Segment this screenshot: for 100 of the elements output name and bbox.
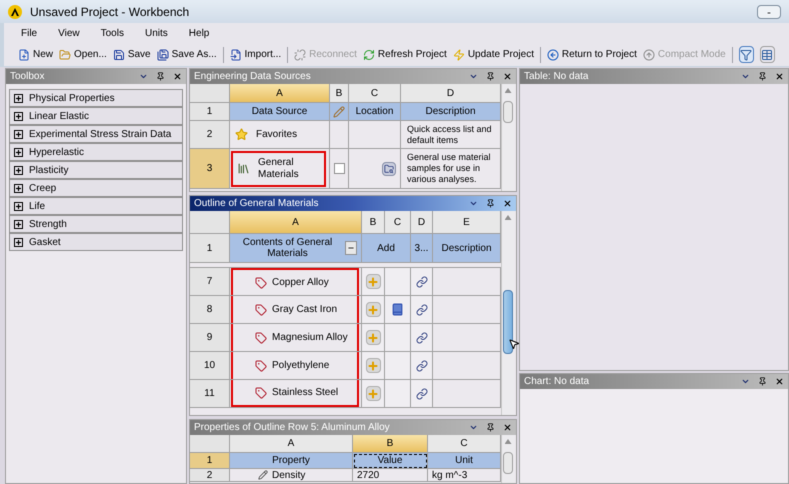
row-number[interactable]: 2 [190,121,230,149]
material-cell[interactable]: Copper Alloy [231,268,359,295]
toolbox-label: Creep [29,182,56,196]
plus-icon [367,276,379,288]
close-icon[interactable] [503,72,512,81]
data-source-cell[interactable]: Favorites [231,122,326,146]
expand-icon[interactable] [14,202,23,210]
scrollbar[interactable] [501,211,514,415]
column-letter[interactable]: C [428,435,501,453]
menu-item[interactable]: Help [188,26,210,40]
toolbox-item[interactable]: Strength [9,215,183,233]
expand-icon[interactable] [14,238,23,246]
toolbox-item[interactable]: Hyperelastic [9,143,183,161]
expand-icon[interactable] [14,130,23,138]
expand-icon[interactable] [14,220,23,228]
expand-icon[interactable] [14,184,23,192]
dropdown-icon[interactable] [469,199,478,208]
material-cell[interactable]: Gray Cast Iron [231,296,359,323]
header-cell: Data Source [230,103,330,121]
column-letter[interactable]: B [362,211,385,234]
toolbar-button[interactable]: Save As... [156,47,217,62]
row-number: 8 [190,296,230,324]
tag-icon [255,304,267,316]
column-letter[interactable]: A [230,435,353,453]
toolbar-button[interactable]: Open... [59,47,107,62]
toolbar-button[interactable]: Update Project [452,47,534,62]
toolbox-item[interactable]: Creep [9,179,183,197]
material-cell[interactable]: Magnesium Alloy [231,324,359,351]
column-letter[interactable]: D [401,84,501,103]
header-cell: Add [362,234,411,263]
column-letter[interactable]: C [349,84,401,103]
lightning-icon [452,48,465,60]
panel-title: Outline of General Materials [194,197,320,211]
panel-title: Toolbox [10,70,46,84]
property-value: 2720 [357,468,380,482]
logo-icon [8,4,22,18]
pin-icon[interactable] [758,377,767,386]
toolbox-item[interactable]: Linear Elastic [9,107,183,125]
material-cell[interactable]: Stainless Steel [231,380,359,407]
menu-item[interactable]: Units [144,26,168,40]
toolbar-button[interactable]: Return to Project [546,47,637,62]
toolbar-button[interactable]: Refresh Project [362,47,447,62]
toolbar-button[interactable]: Import... [230,47,282,62]
dropdown-icon[interactable] [469,72,478,81]
column-letter[interactable]: B [353,435,428,453]
toolbox-item[interactable]: Experimental Stress Strain Data [9,125,183,143]
toolbox-item[interactable]: Gasket [9,233,183,251]
reconnect-icon [294,48,306,60]
menu-item[interactable]: View [58,26,80,40]
dropdown-icon[interactable] [741,72,750,81]
column-letter[interactable]: C [385,211,411,234]
close-icon[interactable] [503,423,512,432]
material-name: Magnesium Alloy [272,332,348,343]
toolbox-item[interactable]: Physical Properties [9,89,183,107]
expand-icon[interactable] [14,166,23,174]
plus-icon [367,388,379,400]
close-icon[interactable] [173,72,182,81]
column-letter[interactable]: A [230,84,330,103]
column-letter[interactable]: B [330,84,349,103]
browse-button[interactable] [382,162,396,176]
mouse-pointer-icon [508,337,520,351]
pin-icon[interactable] [486,72,495,81]
row-number: 1 [190,453,230,469]
toolbar-toggle[interactable] [760,46,775,63]
toolbar-button[interactable]: Save [112,47,151,62]
expand-icon[interactable] [14,148,23,156]
checkbox[interactable] [334,163,344,174]
pin-icon[interactable] [486,199,495,208]
data-source-cell[interactable]: General Materials [231,150,326,186]
dropdown-icon[interactable] [139,72,148,81]
material-name: Stainless Steel [272,387,338,398]
expand-icon[interactable] [14,94,23,102]
close-icon[interactable] [503,199,512,208]
data-source-name: Favorites [256,128,298,140]
expand-icon[interactable] [14,112,23,120]
column-letter[interactable]: E [433,211,501,234]
save-as-icon [156,48,169,60]
pin-icon[interactable] [758,72,767,81]
close-icon[interactable] [775,72,784,81]
pin-icon[interactable] [486,423,495,432]
minimize-button[interactable] [757,4,781,18]
close-icon[interactable] [775,377,784,386]
row-number[interactable]: 3 [190,149,230,189]
pencil-icon [333,106,345,118]
panel-title: Properties of Outline Row 5: Aluminum Alloy [194,421,391,435]
column-letter[interactable]: D [411,211,433,234]
scrollbar[interactable] [501,84,514,191]
toolbar-toggle[interactable] [738,46,754,63]
dropdown-icon[interactable] [741,377,750,386]
column-letter[interactable]: A [230,211,362,234]
pin-icon[interactable] [156,72,165,81]
menu-item[interactable]: File [21,26,38,40]
sort-button[interactable] [345,241,357,255]
menu-item[interactable]: Tools [100,26,124,40]
scrollbar[interactable] [501,435,514,483]
toolbox-item[interactable]: Plasticity [9,161,183,179]
dropdown-icon[interactable] [469,423,478,432]
toolbar-button[interactable]: New [18,47,54,62]
material-cell[interactable]: Polyethylene [231,352,359,379]
toolbox-item[interactable]: Life [9,197,183,215]
